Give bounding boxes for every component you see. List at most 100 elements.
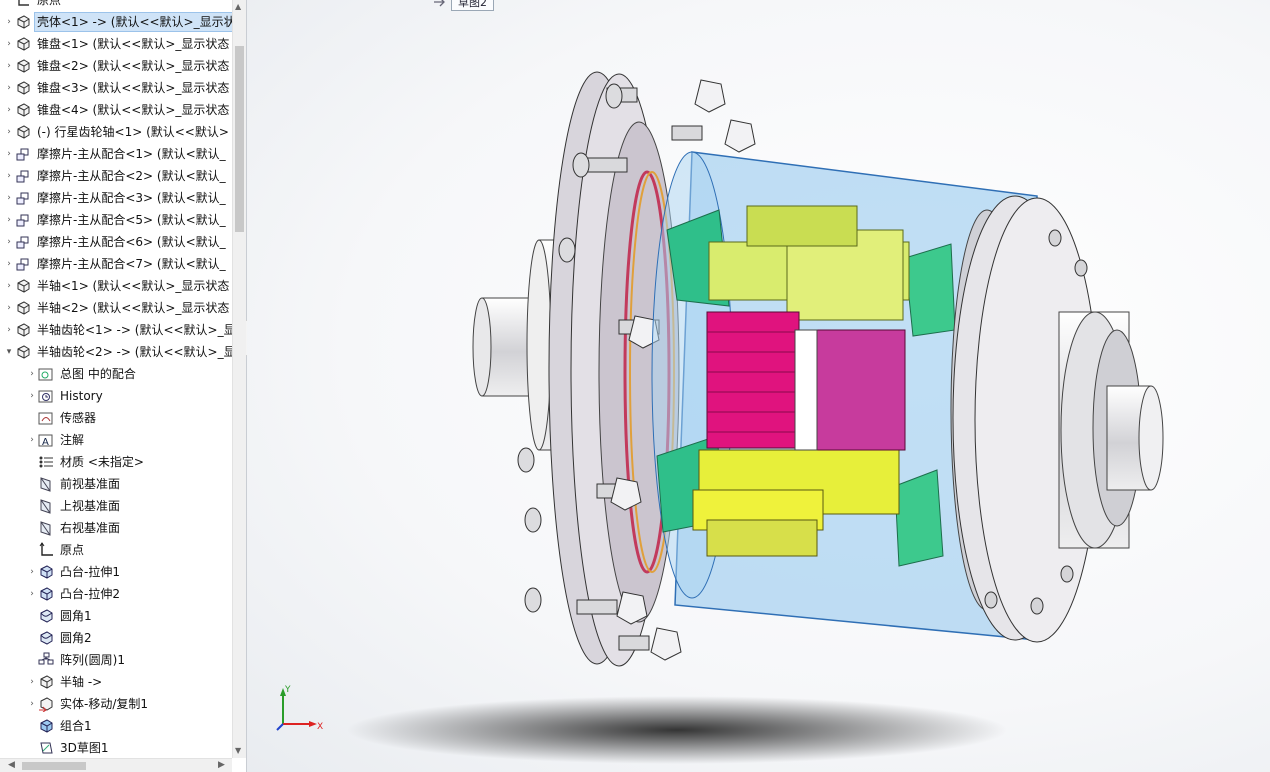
expand-arrow-icon[interactable]: › bbox=[27, 363, 37, 385]
expand-arrow-icon[interactable]: › bbox=[4, 77, 14, 99]
tree-item-feature[interactable]: › 半轴 -> bbox=[0, 671, 232, 693]
tree-item-component[interactable]: › 摩擦片-主从配合<5> (默认<默认_ bbox=[0, 209, 232, 231]
tree-item-component[interactable]: › 锥盘<1> (默认<<默认>_显示状态 bbox=[0, 33, 232, 55]
fillet-icon bbox=[37, 629, 55, 647]
tree-item-component[interactable]: › 半轴齿轮<1> -> (默认<<默认>_显 bbox=[0, 319, 232, 341]
tree-item-component[interactable]: › 壳体<1> -> (默认<<默认>_显示状态 bbox=[0, 11, 232, 33]
expander-placeholder bbox=[4, 0, 14, 11]
part-icon bbox=[14, 13, 32, 31]
tree-item-feature[interactable]: › 凸台-拉伸2 bbox=[0, 583, 232, 605]
tree-item-label: (-) 行星齿轮轴<1> (默认<<默认> bbox=[37, 125, 229, 139]
expander-placeholder bbox=[27, 715, 37, 737]
tree-item-component[interactable]: › 摩擦片-主从配合<2> (默认<默认_ bbox=[0, 165, 232, 187]
tree-item-component[interactable]: › (-) 行星齿轮轴<1> (默认<<默认> bbox=[0, 121, 232, 143]
scroll-left-icon[interactable]: ◀ bbox=[8, 760, 15, 770]
expand-arrow-icon[interactable]: › bbox=[4, 99, 14, 121]
tree-item-feature[interactable]: 阵列(圆周)1 bbox=[0, 649, 232, 671]
tree-item-feature[interactable]: 前视基准面 bbox=[0, 473, 232, 495]
part-icon bbox=[14, 277, 32, 295]
tree-item-component[interactable]: › 半轴<2> (默认<<默认>_显示状态 bbox=[0, 297, 232, 319]
part-icon bbox=[14, 321, 32, 339]
tree-item-label: 上视基准面 bbox=[60, 499, 121, 513]
tree-item-label: 传感器 bbox=[60, 411, 97, 425]
expand-arrow-icon[interactable]: › bbox=[4, 33, 14, 55]
vertical-scrollbar[interactable]: ▲ ▼ bbox=[232, 0, 246, 758]
expand-arrow-icon[interactable]: › bbox=[4, 55, 14, 77]
extrude-icon bbox=[37, 585, 55, 603]
expand-arrow-icon[interactable]: › bbox=[4, 275, 14, 297]
expand-arrow-icon[interactable]: › bbox=[27, 693, 37, 715]
tree-item-component[interactable]: › 摩擦片-主从配合<6> (默认<默认_ bbox=[0, 231, 232, 253]
tree-item-feature[interactable]: 传感器 bbox=[0, 407, 232, 429]
expander-placeholder bbox=[27, 517, 37, 539]
differential-assembly-model[interactable] bbox=[247, 0, 1270, 772]
expand-arrow-icon[interactable]: › bbox=[4, 121, 14, 143]
tree-item-component[interactable]: › 摩擦片-主从配合<1> (默认<默认_ bbox=[0, 143, 232, 165]
tree-item-feature[interactable]: 材质 <未指定> bbox=[0, 451, 232, 473]
tree-item-feature[interactable]: › A 注解 bbox=[0, 429, 232, 451]
expand-arrow-icon[interactable]: › bbox=[4, 297, 14, 319]
tree-item-feature[interactable]: 上视基准面 bbox=[0, 495, 232, 517]
tree-item-label: 摩擦片-主从配合<1> (默认<默认_ bbox=[37, 147, 226, 161]
expand-arrow-icon[interactable]: › bbox=[4, 165, 14, 187]
expand-arrow-icon[interactable]: › bbox=[4, 187, 14, 209]
expand-arrow-icon[interactable]: › bbox=[27, 385, 37, 407]
tree-item-label: 壳体<1> -> (默认<<默认>_显示状态 bbox=[34, 12, 232, 32]
collapse-arrow-icon[interactable]: ▾ bbox=[4, 341, 14, 363]
tree-item-feature[interactable]: › 凸台-拉伸1 bbox=[0, 561, 232, 583]
horizontal-scrollbar[interactable]: ◀ ▶ bbox=[0, 758, 232, 772]
expand-arrow-icon[interactable]: › bbox=[4, 231, 14, 253]
tree-item-label: 前视基准面 bbox=[60, 477, 121, 491]
tree-item-label: 半轴<1> (默认<<默认>_显示状态 bbox=[37, 279, 230, 293]
tree-item-feature[interactable]: 圆角1 bbox=[0, 605, 232, 627]
tree-item-origin-partial[interactable]: 原点 bbox=[0, 0, 232, 11]
tree-item-label: 半轴<2> (默认<<默认>_显示状态 bbox=[37, 301, 230, 315]
tree-item-component[interactable]: › 锥盘<4> (默认<<默认>_显示状态 bbox=[0, 99, 232, 121]
tree-item-label: 凸台-拉伸2 bbox=[60, 587, 120, 601]
expander-placeholder bbox=[27, 473, 37, 495]
tree-item-component[interactable]: › 摩擦片-主从配合<7> (默认<默认_ bbox=[0, 253, 232, 275]
tree-item-feature[interactable]: 组合1 bbox=[0, 715, 232, 737]
tree-item-label: 摩擦片-主从配合<3> (默认<默认_ bbox=[37, 191, 226, 205]
tree-item-component[interactable]: › 半轴<1> (默认<<默认>_显示状态 bbox=[0, 275, 232, 297]
tree-item-component[interactable]: › 锥盘<3> (默认<<默认>_显示状态 bbox=[0, 77, 232, 99]
expand-arrow-icon[interactable]: › bbox=[4, 319, 14, 341]
tree-item-component[interactable]: ▾ 半轴齿轮<2> -> (默认<<默认>_显 bbox=[0, 341, 232, 363]
scroll-right-icon[interactable]: ▶ bbox=[218, 760, 225, 770]
side-gears-magenta bbox=[706, 311, 906, 451]
expand-arrow-icon[interactable]: › bbox=[27, 583, 37, 605]
expander-placeholder bbox=[27, 737, 37, 759]
tree-item-label: 摩擦片-主从配合<6> (默认<默认_ bbox=[37, 235, 226, 249]
expander-placeholder bbox=[27, 407, 37, 429]
tree-item-component[interactable]: › 锥盘<2> (默认<<默认>_显示状态 bbox=[0, 55, 232, 77]
material-icon bbox=[37, 453, 55, 471]
origin-icon bbox=[14, 0, 32, 9]
expander-placeholder bbox=[27, 539, 37, 561]
tree-item-component[interactable]: › 摩擦片-主从配合<3> (默认<默认_ bbox=[0, 187, 232, 209]
tree-item-feature[interactable]: › 实体-移动/复制1 bbox=[0, 693, 232, 715]
tree-item-feature[interactable]: 原点 bbox=[0, 539, 232, 561]
expand-arrow-icon[interactable]: › bbox=[4, 253, 14, 275]
tree-item-feature[interactable]: 右视基准面 bbox=[0, 517, 232, 539]
tree-item-label: 半轴齿轮<2> -> (默认<<默认>_显 bbox=[37, 345, 232, 359]
tree-item-label: 凸台-拉伸1 bbox=[60, 565, 120, 579]
expand-arrow-icon[interactable]: › bbox=[4, 143, 14, 165]
expand-arrow-icon[interactable]: › bbox=[4, 11, 14, 33]
graphics-viewport[interactable]: 草图2 Y X bbox=[247, 0, 1270, 772]
expand-arrow-icon[interactable]: › bbox=[27, 561, 37, 583]
tree-item-feature[interactable]: › History bbox=[0, 385, 232, 407]
expand-arrow-icon[interactable]: › bbox=[4, 209, 14, 231]
horizontal-scroll-thumb[interactable] bbox=[22, 762, 86, 770]
expander-placeholder bbox=[27, 627, 37, 649]
subassembly-icon bbox=[14, 189, 32, 207]
scroll-up-icon[interactable]: ▲ bbox=[235, 2, 241, 11]
tree-item-feature[interactable]: 圆角2 bbox=[0, 627, 232, 649]
tree-item-feature[interactable]: 3D草图1 bbox=[0, 737, 232, 759]
tree-item-feature[interactable]: › 总图 中的配合 bbox=[0, 363, 232, 385]
expand-arrow-icon[interactable]: › bbox=[27, 671, 37, 693]
part-icon bbox=[14, 57, 32, 75]
vertical-scroll-thumb[interactable] bbox=[235, 46, 244, 232]
expand-arrow-icon[interactable]: › bbox=[27, 429, 37, 451]
subassembly-icon bbox=[14, 211, 32, 229]
scroll-down-icon[interactable]: ▼ bbox=[235, 746, 241, 755]
